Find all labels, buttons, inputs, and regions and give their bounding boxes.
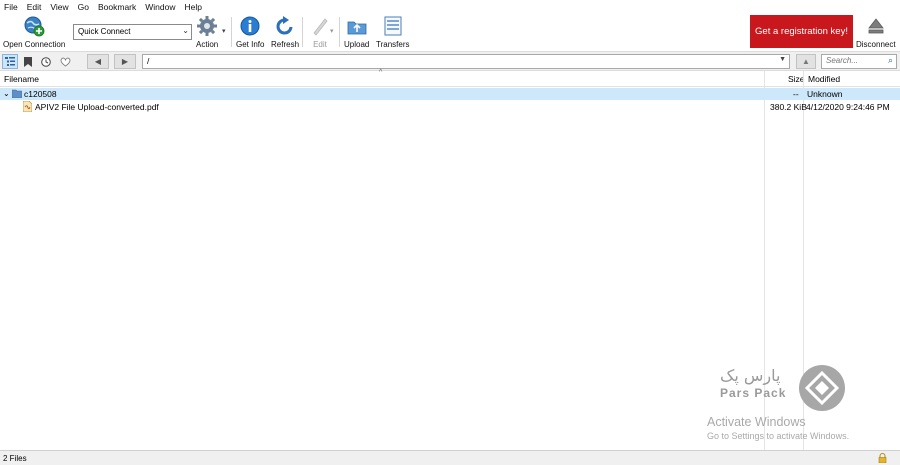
chevron-down-icon: ⌄ xyxy=(182,26,189,35)
transfers-list-icon xyxy=(382,15,404,37)
menu-view[interactable]: View xyxy=(50,2,68,12)
registration-key-label: Get a registration key! xyxy=(755,26,848,37)
edit-label: Edit xyxy=(313,40,327,49)
transfers-button[interactable]: Transfers xyxy=(376,15,410,49)
open-connection-label: Open Connection xyxy=(3,40,66,49)
table-row[interactable]: APIV2 File Upload-converted.pdf 380.2 Ki… xyxy=(0,100,900,114)
search-input[interactable]: Search... ⌕ xyxy=(821,54,897,69)
forward-button[interactable]: ▶ xyxy=(114,54,136,69)
edit-dropdown-arrow-icon[interactable]: ▾ xyxy=(330,27,334,35)
action-dropdown-arrow-icon[interactable]: ▾ xyxy=(222,27,226,35)
bonjour-toggle[interactable] xyxy=(57,54,73,69)
bookmark-icon xyxy=(24,56,32,67)
quick-connect-select[interactable]: Quick Connect ⌄ xyxy=(73,24,192,40)
activate-windows-title: Activate Windows xyxy=(707,415,806,429)
up-arrow-icon: ▲ xyxy=(802,57,810,66)
disconnect-button[interactable]: Disconnect xyxy=(856,15,896,49)
row-size: 380.2 KiB xyxy=(770,102,807,112)
refresh-button[interactable]: Refresh xyxy=(271,15,299,49)
get-info-button[interactable]: Get Info xyxy=(236,15,264,49)
activate-windows-subtitle: Go to Settings to activate Windows. xyxy=(707,431,850,441)
action-label: Action xyxy=(196,40,219,49)
menu-window[interactable]: Window xyxy=(145,2,175,12)
watermark-logo-en: Pars Pack xyxy=(720,386,787,400)
pencil-icon xyxy=(309,15,331,37)
chevron-down-icon: ▼ xyxy=(779,56,786,63)
menu-edit[interactable]: Edit xyxy=(27,2,42,12)
refresh-icon xyxy=(274,15,296,37)
toolbar: Open Connection Quick Connect ⌄ Action ▾… xyxy=(0,13,900,51)
transfers-label: Transfers xyxy=(376,40,410,49)
outline-view-toggle[interactable] xyxy=(2,54,18,69)
pdf-file-icon xyxy=(22,100,33,114)
menu-go[interactable]: Go xyxy=(78,2,89,12)
file-list-header: Filename ^ Size Modified xyxy=(0,69,900,87)
row-name: APIV2 File Upload-converted.pdf xyxy=(35,102,159,112)
menu-file[interactable]: File xyxy=(4,2,18,12)
menu-help[interactable]: Help xyxy=(184,2,201,12)
upload-folder-icon xyxy=(346,15,368,37)
history-toggle[interactable] xyxy=(38,54,54,69)
path-select[interactable]: / ▼ xyxy=(142,54,790,69)
registration-key-button[interactable]: Get a registration key! xyxy=(750,15,853,48)
file-count: 2 Files xyxy=(3,454,27,463)
lock-icon[interactable] xyxy=(878,453,887,463)
parent-directory-button[interactable]: ▲ xyxy=(796,54,816,69)
bonjour-icon xyxy=(60,57,70,66)
path-bar: ◀ ▶ / ▼ ▲ Search... ⌕ xyxy=(0,51,900,71)
row-size: -- xyxy=(793,89,799,99)
clock-icon xyxy=(41,56,51,67)
bookmarks-toggle[interactable] xyxy=(20,54,36,69)
back-button[interactable]: ◀ xyxy=(87,54,109,69)
toolbar-separator xyxy=(231,17,232,47)
search-placeholder: Search... xyxy=(826,56,859,65)
expand-chevron-icon[interactable]: ⌄ xyxy=(3,89,10,98)
parspack-logo-icon xyxy=(799,365,845,411)
tree-view-icon xyxy=(5,57,15,66)
table-row[interactable]: ⌄ c120508 -- Unknown xyxy=(0,88,900,100)
column-filename[interactable]: Filename xyxy=(4,74,39,84)
action-button[interactable]: Action xyxy=(196,15,218,49)
row-name: c120508 xyxy=(24,89,57,99)
watermark-logo-fa: پارس پک xyxy=(720,366,781,385)
menu-bookmark[interactable]: Bookmark xyxy=(98,2,136,12)
row-modified: 4/12/2020 9:24:46 PM xyxy=(806,102,890,112)
sort-ascending-icon: ^ xyxy=(379,69,383,76)
get-info-label: Get Info xyxy=(236,40,265,49)
back-arrow-icon: ◀ xyxy=(94,57,102,66)
upload-button[interactable]: Upload xyxy=(344,15,369,49)
refresh-label: Refresh xyxy=(271,40,300,49)
toolbar-separator xyxy=(339,17,340,47)
toolbar-separator xyxy=(302,17,303,47)
quick-connect-label: Quick Connect xyxy=(78,27,131,36)
gear-icon xyxy=(196,15,218,37)
search-icon: ⌕ xyxy=(887,55,893,65)
globe-plus-icon xyxy=(23,15,45,37)
folder-icon xyxy=(11,89,23,100)
open-connection-button[interactable]: Open Connection xyxy=(3,15,65,49)
column-modified[interactable]: Modified xyxy=(808,74,840,84)
eject-icon xyxy=(865,15,887,37)
status-bar: 2 Files xyxy=(0,450,900,465)
upload-label: Upload xyxy=(344,40,370,49)
forward-arrow-icon: ▶ xyxy=(121,57,129,66)
menu-bar: File Edit View Go Bookmark Window Help xyxy=(0,0,900,13)
info-icon xyxy=(239,15,261,37)
edit-button[interactable]: Edit xyxy=(309,15,331,49)
row-modified: Unknown xyxy=(807,89,843,99)
path-value: / xyxy=(147,56,150,66)
disconnect-label: Disconnect xyxy=(856,40,896,49)
